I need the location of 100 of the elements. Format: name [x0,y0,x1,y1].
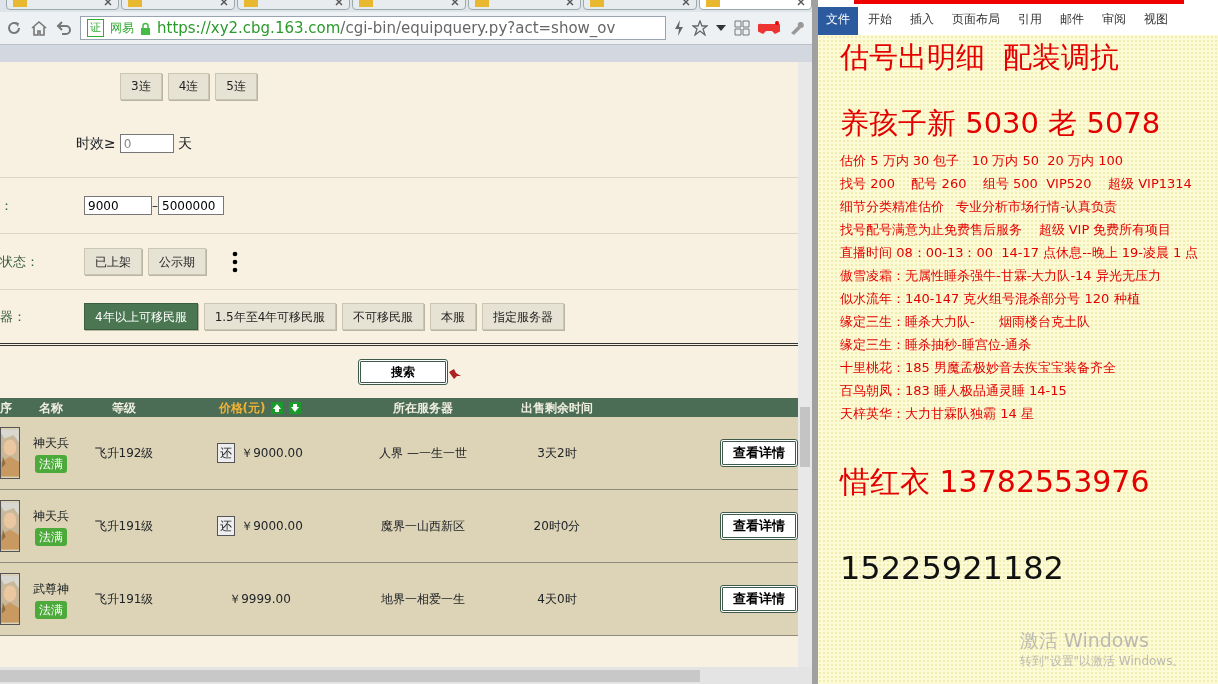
time-cell: 3天2时 [537,446,577,460]
combo-button[interactable]: 3连 [120,72,162,100]
price-cell-text: ￥9000.00 [241,445,303,462]
server-label: 器： [0,307,27,326]
combo-button[interactable]: 5连 [215,72,257,100]
document-line: 细节分类精准估价 专业分析市场行情-认真负责 [840,198,1119,216]
scrollbar-thumb[interactable] [0,669,700,682]
price-cell-text: ￥9000.00 [241,518,303,535]
range-separator: – [152,197,158,215]
activation-hint: 转到"设置"以激活 Windows。 [1020,653,1185,670]
folder-icon [705,0,720,7]
validity-field[interactable]: 0 [119,134,174,153]
server-cell: 地界一相爱一生 [381,592,465,606]
column-header[interactable]: 名称 [39,400,63,415]
close-icon[interactable] [450,0,459,6]
ribbon-tab[interactable]: 视图 [1136,7,1176,35]
ribbon-tab[interactable]: 审阅 [1094,7,1134,35]
document-heading: 估号出明细 配装调抗 [840,43,1121,72]
ribbon-tab[interactable]: 页面布局 [944,7,1008,35]
document-heading: 养孩子新 5030 老 5078 [840,109,1162,138]
tag-label: 法满 [35,527,67,546]
ribbon-tab[interactable]: 邮件 [1052,7,1092,35]
document-line: 缘定三生：睡杀大力队- 烟雨楼台克土队 [840,313,1092,331]
search-button[interactable]: 搜索 [358,359,448,385]
status-button[interactable]: 公示期 [148,248,206,275]
document-line: 十里桃花：185 男魔孟极妙音去疾宝宝装备齐全 [840,359,1117,377]
price-cell-text: ￥9999.00 [229,591,291,608]
ribbon-tab[interactable]: 开始 [860,7,900,35]
details-button[interactable]: 查看详情 [720,512,798,540]
tag-label: 法满 [35,600,67,619]
document-line: 似水流年：140-147 克火组号混杀部分号 120 种植 [840,290,1141,308]
ribbon-tab[interactable]: 文件 [818,7,858,35]
status-label: 状态： [0,252,40,271]
document-line: 傲雪凌霜：无属性睡杀强牛-甘霖-大力队-14 异光无压力 [840,267,1162,285]
combo-button[interactable]: 4连 [167,72,210,100]
tag-label: 法满 [35,454,67,473]
folder-icon [590,0,605,7]
role-name: 神天兵 [33,434,69,452]
role-name: 武尊神 [33,580,69,598]
level-cell: 飞升192级 [94,446,154,460]
close-icon[interactable] [219,0,228,6]
server-button[interactable]: 不可移民服 [342,303,425,330]
folder-icon [128,0,143,7]
sort-up-icon[interactable] [271,401,284,414]
document-line: 缘定三生：睡杀抽秒-睡宫位-通杀 [840,336,1033,354]
close-icon[interactable] [566,0,575,6]
grid-icon[interactable] [734,20,750,36]
min-price-field[interactable]: 9000 [84,196,152,215]
details-button[interactable]: 查看详情 [720,585,798,613]
close-icon[interactable] [796,0,805,6]
lock-icon [140,21,151,35]
ribbon-tab[interactable]: 插入 [902,7,942,35]
phone-number: 15225921182 [840,548,1065,589]
document-line: 百鸟朝凤：183 睡人极品通灵睡 14-15 [840,382,1068,400]
home-icon[interactable] [30,20,48,36]
close-icon[interactable] [681,0,690,6]
contact-line: 惜红衣 13782553976 [840,463,1151,501]
server-cell: 人界 —一生一世 [379,446,467,460]
role-name: 神天兵 [33,507,69,525]
server-button[interactable]: 1.5年至4年可移民服 [203,303,337,330]
scrollbar-thumb[interactable] [800,407,810,467]
column-header[interactable]: 等级 [112,400,136,415]
address-bar[interactable]: 证 网易 https://xy2.cbg.163.com/cgi-bin/equipquery.py?act=show_ov [80,16,666,40]
column-header[interactable]: 所在服务器 [393,400,453,415]
url-text: https://xy2.cbg.163.com/cgi-bin/equipquery.py?act=show_ov [157,17,616,39]
site-name: 网易 [110,20,134,37]
level-cell: 飞升191级 [94,519,154,533]
site-badge: 证 [87,18,104,38]
close-icon[interactable] [335,0,344,6]
caret-icon[interactable] [716,24,726,32]
lightning-icon[interactable] [674,20,684,36]
document-line: 估价 5 万内 30 包子 10 万内 50 20 万内 100 [840,152,1124,170]
status-button[interactable]: 已上架 [84,248,142,275]
document-line: 天梓英华：大力甘霖队独霸 14 星 [840,405,1035,423]
document-line: 找号 200 配号 260 组号 500 VIP520 超级 VIP1314 [840,175,1193,193]
level-cell: 飞升191级 [94,592,154,606]
details-button[interactable]: 查看详情 [720,439,798,467]
time-cell: 4天0时 [537,592,577,606]
server-button[interactable]: 4年以上可移民服 [84,303,198,330]
folder-icon [359,0,374,7]
max-price-field[interactable]: 5000000 [158,196,224,215]
server-cell: 魔界一山西新区 [381,519,465,533]
server-button[interactable]: 指定服务器 [482,303,565,330]
folder-icon [13,0,27,7]
ribbon-tab[interactable]: 引用 [1010,7,1050,35]
undo-icon[interactable] [56,20,72,36]
column-header[interactable]: 出售剩余时间 [521,400,593,415]
server-button[interactable]: 本服 [430,303,477,330]
folder-icon [243,0,258,7]
sort-down-icon[interactable] [289,401,302,414]
folder-icon [474,0,489,7]
gamepad-icon[interactable] [758,20,780,36]
validity-label: 时效≥ [76,134,116,153]
document-line: 找号配号满意为止免费售后服务 超级 VIP 免费所有项目 [840,221,1173,239]
activation-notice: 激活 Windows [1020,628,1149,653]
star-icon[interactable] [692,20,708,36]
column-header: 序 [0,400,12,415]
close-icon[interactable] [104,0,113,6]
more-icon[interactable] [232,250,238,273]
reload-icon[interactable] [6,20,22,36]
